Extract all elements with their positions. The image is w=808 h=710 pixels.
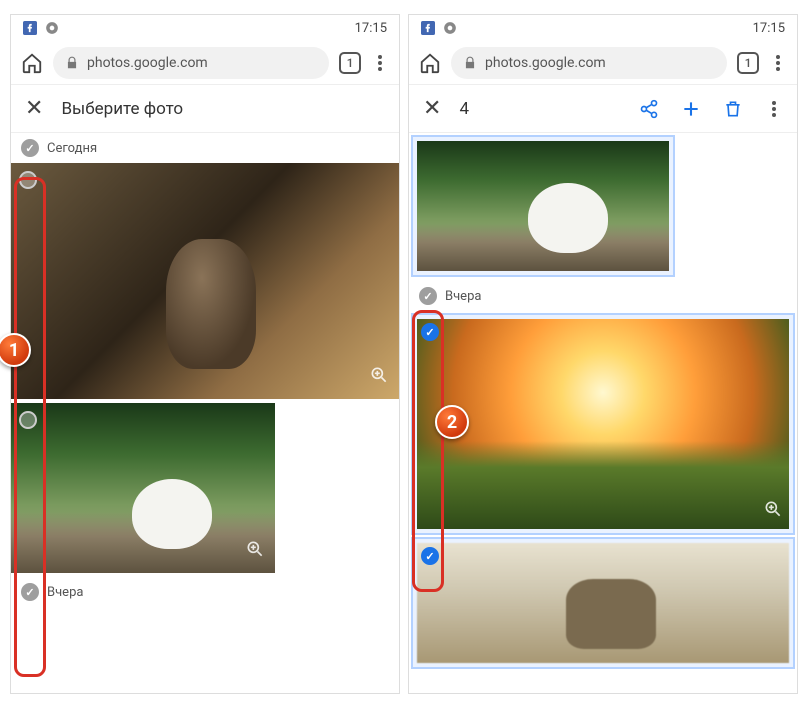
lock-icon [65,56,79,70]
share-icon[interactable] [639,99,659,119]
date-group-yesterday[interactable]: Вчера [409,281,797,311]
photo-checkbox[interactable] [421,547,439,565]
status-bar: 17:15 [11,15,399,41]
photo-item[interactable] [411,135,675,277]
browser-menu-icon[interactable] [769,54,787,72]
url-bar[interactable]: photos.google.com [451,47,727,79]
more-icon[interactable] [765,100,783,118]
photo-item[interactable] [11,403,275,573]
zoom-icon[interactable] [763,499,783,523]
chrome-icon [443,21,457,35]
close-icon[interactable]: ✕ [423,98,441,120]
delete-icon[interactable] [723,99,743,119]
facebook-icon [23,21,37,35]
selection-header: ✕ Выберите фото [11,85,399,133]
photo-item[interactable] [11,163,399,399]
photo-thumbnail[interactable] [11,403,275,573]
status-time: 17:15 [355,21,387,36]
status-time: 17:15 [753,21,785,36]
zoom-icon[interactable] [245,539,265,563]
photo-item[interactable] [411,537,795,669]
url-text: photos.google.com [87,55,208,71]
selection-header: ✕ 4 [409,85,797,133]
photo-grid[interactable]: Вчера [409,133,797,693]
date-checkbox[interactable] [21,139,39,157]
date-group-yesterday[interactable]: Вчера [11,577,399,607]
photo-thumbnail[interactable] [417,141,669,271]
status-bar: 17:15 [409,15,797,41]
facebook-icon [421,21,435,35]
phone-left: 17:15 photos.google.com 1 ✕ Выберите фот… [10,14,400,694]
browser-bar: photos.google.com 1 [409,41,797,85]
url-text: photos.google.com [485,55,606,71]
photo-grid[interactable]: Сегодня Вчера [11,133,399,693]
photo-thumbnail[interactable] [417,319,789,529]
photo-checkbox[interactable] [421,323,439,341]
photo-thumbnail[interactable] [11,163,399,399]
browser-bar: photos.google.com 1 [11,41,399,85]
date-checkbox[interactable] [419,287,437,305]
annotation-badge-2: 2 [435,405,469,439]
phone-right: 17:15 photos.google.com 1 ✕ 4 [408,14,798,694]
date-checkbox[interactable] [21,583,39,601]
date-group-today[interactable]: Сегодня [11,133,399,163]
tab-count[interactable]: 1 [339,52,361,74]
photo-checkbox[interactable] [19,171,37,189]
add-icon[interactable] [681,99,701,119]
photo-checkbox[interactable] [19,411,37,429]
home-icon[interactable] [419,52,441,74]
date-label: Вчера [47,585,83,600]
close-icon[interactable]: ✕ [25,98,43,120]
zoom-icon[interactable] [369,365,389,389]
url-bar[interactable]: photos.google.com [53,47,329,79]
browser-menu-icon[interactable] [371,54,389,72]
date-label: Вчера [445,289,481,304]
header-title: Выберите фото [61,99,385,119]
photo-thumbnail[interactable] [417,543,789,663]
lock-icon [463,56,477,70]
home-icon[interactable] [21,52,43,74]
selected-count: 4 [459,99,621,119]
tab-count[interactable]: 1 [737,52,759,74]
date-label: Сегодня [47,141,97,156]
chrome-icon [45,21,59,35]
